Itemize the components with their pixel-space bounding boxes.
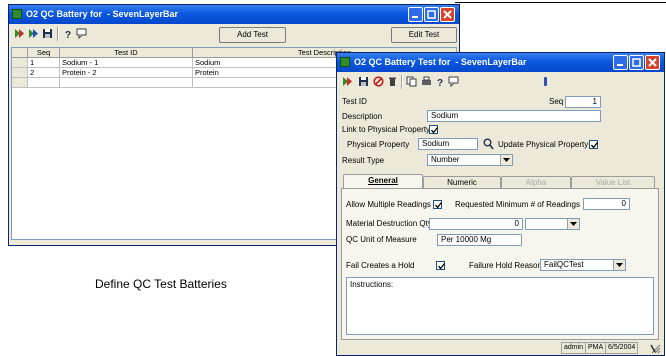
app-icon [340,57,350,67]
toolbar-separator [401,75,403,89]
chevron-down-icon[interactable] [500,155,512,165]
table-cell-test-id[interactable]: Sodium - 1 [60,58,193,68]
run-all-icon[interactable] [28,28,39,39]
failure-hold-reason-select[interactable]: FailQCTest [540,259,626,271]
print-icon[interactable] [421,76,432,87]
link-physical-property-checkbox[interactable] [429,125,439,134]
seq-field[interactable]: 1 [565,96,601,108]
status-date: 6/5/2004 [605,342,639,354]
resize-grip-icon[interactable] [650,343,662,354]
failure-hold-reason-value: FailQCTest [544,260,584,269]
table-cell-test-id[interactable]: Protein - 2 [60,68,193,78]
failure-hold-reason-label: Failure Hold Reason [469,261,542,270]
close-button[interactable] [440,7,455,22]
minimize-button[interactable] [408,7,423,22]
delete-icon[interactable] [387,76,398,87]
minimize-button[interactable] [613,55,628,70]
chevron-down-icon[interactable] [613,260,625,270]
physical-property-field[interactable]: Sodium [418,138,478,150]
test-id-label: Test ID [342,97,367,106]
status-bar: admin PMA 6/5/2004 [337,342,664,355]
link-physical-property-label: Link to Physical Property [342,125,431,134]
battery-window-titlebar[interactable]: O2 QC Battery for - SevenLayerBar [9,5,459,24]
status-user: admin [561,342,587,354]
allow-multiple-readings-checkbox[interactable] [433,200,443,209]
toolbar-separator [57,27,59,41]
battery-test-window-title: O2 QC Battery Test for - SevenLayerBar [354,57,527,67]
instructions-field[interactable]: Instructions: [346,277,654,335]
requested-minimum-readings-label: Requested Minimum # of Readings [455,200,580,209]
battery-test-window: O2 QC Battery Test for - SevenLayerBar ?… [336,52,665,356]
save-icon[interactable] [42,28,53,39]
result-type-label: Result Type [342,156,385,165]
save-icon[interactable] [358,76,369,87]
add-test-button[interactable]: Add Test [219,27,286,43]
fail-creates-hold-label: Fail Creates a Hold [346,261,415,270]
run-icon[interactable] [342,76,353,87]
status-site: PMA [585,342,607,354]
description-label: Description [342,112,383,121]
instructions-label: Instructions: [350,280,394,289]
result-type-select[interactable]: Number [427,154,513,166]
description-field[interactable]: Sodium [427,110,601,122]
qc-unit-of-measure-field[interactable]: Per 10000 Mg [437,234,522,246]
run-icon[interactable] [14,28,25,39]
edit-test-button[interactable]: Edit Test [391,27,457,43]
help-icon[interactable]: ? [63,28,74,39]
svg-text:?: ? [65,30,71,39]
material-destruction-qty-label: Material Destruction Qty [346,219,432,228]
allow-multiple-readings-label: Allow Multiple Readings [346,200,431,209]
physical-property-label: Physical Property [347,140,410,149]
table-cell-seq[interactable] [28,78,60,88]
caption-text: Define QC Test Batteries [95,277,227,291]
chat-icon[interactable] [448,76,459,87]
result-type-value: Number [431,155,460,164]
header-rule [455,2,666,3]
info-icon[interactable] [540,76,551,87]
table-cell-seq[interactable]: 1 [28,58,60,68]
maximize-button[interactable] [629,55,644,70]
fail-creates-hold-checkbox[interactable] [436,261,446,270]
tab-general[interactable]: General [343,174,423,189]
chevron-down-icon[interactable] [567,219,579,229]
row-indicator[interactable] [12,68,28,78]
update-physical-property-label: Update Physical Property [498,140,589,149]
search-icon[interactable] [483,138,494,150]
maximize-button[interactable] [424,7,439,22]
requested-minimum-readings-field[interactable]: 0 [583,198,630,210]
table-corner [12,48,28,58]
seq-label: Seq [549,97,564,106]
general-tab-panel: Allow Multiple Readings Requested Minimu… [341,188,659,340]
material-destruction-unit-select[interactable] [525,218,580,230]
help-icon[interactable]: ? [435,76,446,87]
battery-window-title: O2 QC Battery for - SevenLayerBar [26,9,179,19]
row-indicator[interactable] [12,78,28,88]
svg-text:?: ? [437,78,443,87]
table-cell-test-id[interactable] [60,78,193,88]
battery-test-window-titlebar[interactable]: O2 QC Battery Test for - SevenLayerBar [337,53,664,72]
table-cell-seq[interactable]: 2 [28,68,60,78]
row-indicator[interactable] [12,58,28,68]
column-header-seq[interactable]: Seq [28,48,60,58]
qc-unit-of-measure-label: QC Unit of Measure [346,235,417,244]
chat-icon[interactable] [76,28,87,39]
copy-icon[interactable] [406,76,417,87]
update-physical-property-checkbox[interactable] [589,140,599,149]
column-header-test-id[interactable]: Test ID [60,48,193,58]
material-destruction-qty-field[interactable]: 0 [429,218,523,230]
app-icon [12,9,22,19]
close-button[interactable] [645,55,660,70]
cancel-icon[interactable] [373,76,384,87]
